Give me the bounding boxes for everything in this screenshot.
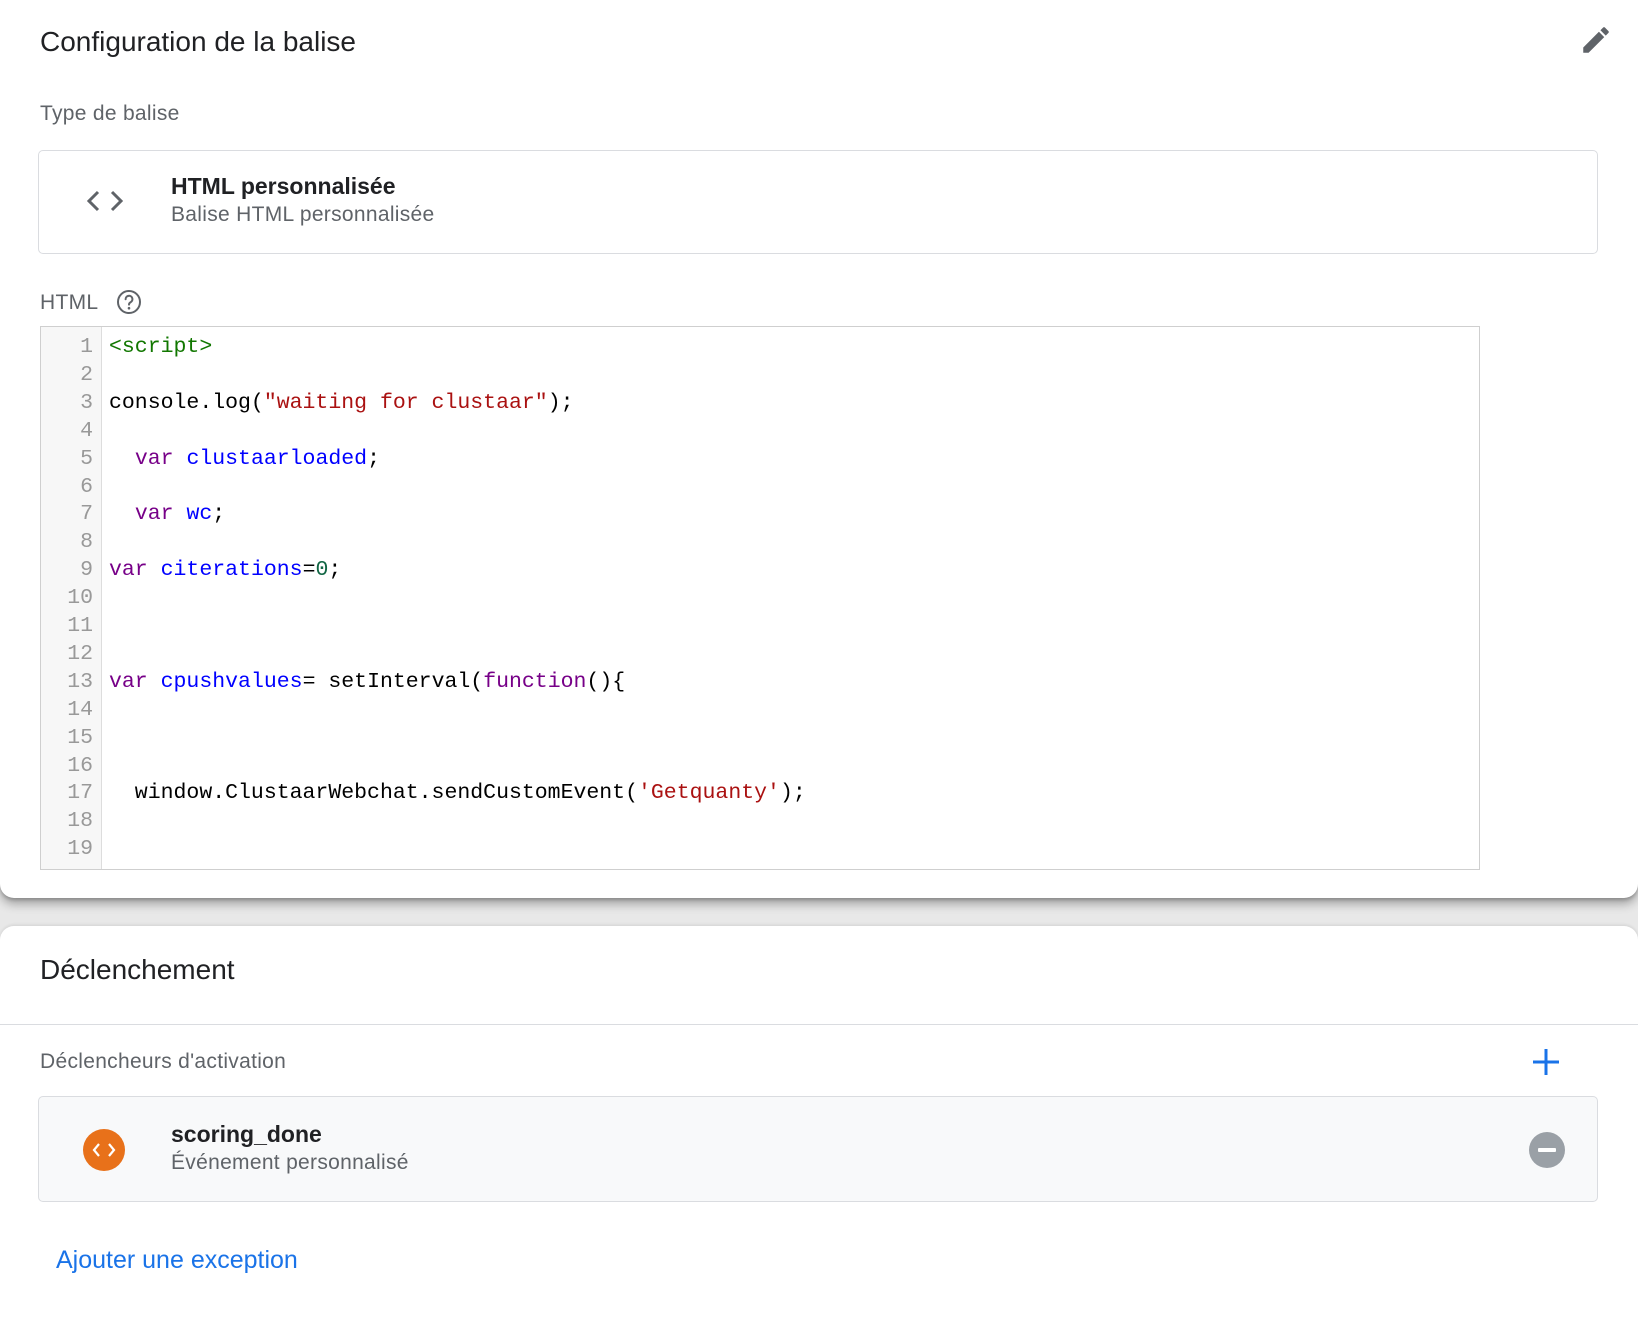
- section-divider: [0, 1024, 1638, 1025]
- line-number: 3: [80, 390, 93, 415]
- line-number: 12: [67, 641, 93, 666]
- code-text: window.ClustaarWebchat.sendCustomEvent('…: [109, 781, 806, 806]
- line-number: 15: [67, 725, 93, 750]
- line-number: 16: [67, 753, 93, 778]
- code-text: var clustaarloaded;: [134, 446, 380, 471]
- tag-type-title: HTML personnalisée: [171, 173, 396, 199]
- code-text: var citerations=0;: [109, 558, 342, 583]
- code-line[interactable]: 1 <script>: [41, 333, 1479, 361]
- code-line[interactable]: 3 console.log("waiting for clustaar");: [41, 389, 1479, 417]
- code-line[interactable]: 18: [41, 807, 1479, 835]
- code-text: <script>: [109, 335, 213, 359]
- line-number: 5: [80, 446, 93, 471]
- line-number: 2: [80, 362, 93, 387]
- edit-button[interactable]: [1576, 20, 1616, 60]
- tag-type-subtitle: Balise HTML personnalisée: [171, 203, 435, 226]
- trigger-type: Événement personnalisé: [171, 1151, 409, 1174]
- add-trigger-button[interactable]: [1526, 1042, 1566, 1082]
- code-text: var cpushvalues= setInterval(function(){: [109, 669, 626, 694]
- trigger-item[interactable]: scoring_done Événement personnalisé: [38, 1096, 1598, 1202]
- card-title: Configuration de la balise: [40, 26, 356, 57]
- code-line[interactable]: 16: [41, 752, 1479, 780]
- code-line[interactable]: 7 var wc;: [41, 500, 1479, 528]
- code-line[interactable]: 15: [41, 724, 1479, 752]
- code-text: var wc;: [134, 502, 226, 527]
- trigger-name: scoring_done: [171, 1121, 322, 1147]
- triggering-title: Déclenchement: [40, 954, 235, 985]
- line-number: 17: [67, 781, 93, 806]
- line-number: 19: [67, 837, 93, 862]
- tag-type-label: Type de balise: [40, 102, 180, 125]
- line-number: 13: [67, 669, 93, 694]
- line-number: 11: [67, 614, 93, 638]
- code-line[interactable]: 12: [41, 640, 1479, 668]
- code-line[interactable]: 13 var cpushvalues= setInterval(function(…: [41, 668, 1479, 696]
- pencil-icon: [1583, 27, 1609, 53]
- code-line[interactable]: 17 window.ClustaarWebchat.sendCustomEven…: [41, 779, 1479, 807]
- code-line[interactable]: 10: [41, 584, 1479, 612]
- tag-configuration-card: Configuration de la balise Type de balis…: [0, 0, 1638, 898]
- minus-icon: [1538, 1148, 1556, 1152]
- code-text: console.log("waiting for clustaar");: [109, 390, 574, 415]
- tag-type-selector[interactable]: HTML personnalisée Balise HTML personnal…: [38, 150, 1598, 254]
- remove-trigger-button[interactable]: [1529, 1132, 1565, 1168]
- line-number: 6: [80, 474, 93, 499]
- line-number: 14: [67, 697, 93, 722]
- line-number: 18: [67, 809, 93, 834]
- code-line[interactable]: 19: [41, 835, 1479, 863]
- html-code-editor[interactable]: 1 <script> 2 3 console.log("waiting for clus…: [40, 326, 1480, 870]
- code-line[interactable]: 6: [41, 473, 1479, 501]
- line-number: 4: [80, 418, 93, 443]
- code-line[interactable]: 9 var citerations=0;: [41, 556, 1479, 584]
- line-number: 10: [67, 586, 93, 611]
- line-number: 7: [80, 502, 93, 527]
- code-brackets-icon: [85, 181, 125, 221]
- line-number: 8: [80, 530, 93, 555]
- code-brackets-icon: [83, 1129, 125, 1171]
- line-number: 1: [80, 335, 93, 359]
- help-icon[interactable]: [116, 289, 142, 315]
- add-exception-link[interactable]: Ajouter une exception: [56, 1246, 298, 1275]
- code-line[interactable]: 4: [41, 417, 1479, 445]
- code-line[interactable]: 2: [41, 361, 1479, 389]
- line-number: 9: [80, 558, 93, 583]
- code-line[interactable]: 11: [41, 612, 1479, 640]
- code-line[interactable]: 8: [41, 528, 1479, 556]
- code-line[interactable]: 14: [41, 696, 1479, 724]
- plus-icon: [1533, 1049, 1559, 1075]
- code-line[interactable]: 5 var clustaarloaded;: [41, 445, 1479, 473]
- html-label: HTML: [40, 291, 99, 314]
- firing-triggers-label: Déclencheurs d'activation: [40, 1050, 287, 1073]
